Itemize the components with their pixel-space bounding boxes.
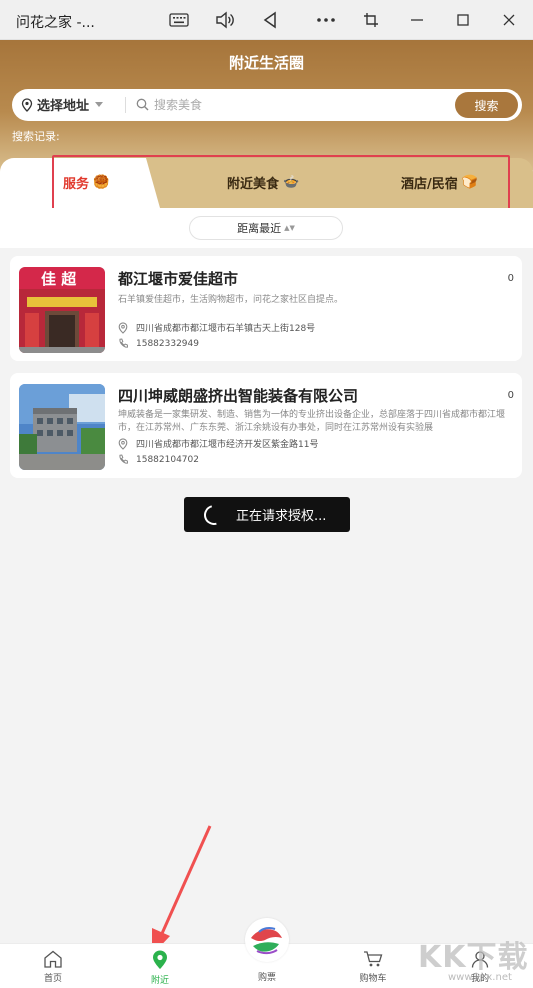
listing-phone: 15882104702 bbox=[136, 454, 199, 465]
search-input[interactable] bbox=[136, 94, 436, 116]
search-button[interactable]: 搜索 bbox=[455, 92, 518, 118]
listing-description: 石羊镇爱佳超市，生活购物超市，问花之家社区自提点。 bbox=[118, 295, 344, 305]
logo-icon[interactable] bbox=[245, 918, 289, 962]
listing-name: 四川坤威朗盛挤出智能装备有限公司 bbox=[118, 387, 359, 405]
window-titlebar: 问花之家 -... bbox=[0, 0, 533, 40]
home-icon bbox=[44, 950, 62, 968]
nav-label: 购票 bbox=[257, 973, 276, 983]
address-label: 选择地址 bbox=[37, 99, 90, 114]
listing-name: 都江堰市爱佳超市 bbox=[118, 270, 239, 288]
store-sign: 佳 超 bbox=[41, 270, 77, 288]
listing-address-row: 四川省成都市都江堰市石羊镇古天上街128号 bbox=[118, 321, 315, 334]
sort-arrows-icon: ▲▼ bbox=[284, 223, 295, 232]
close-icon[interactable] bbox=[496, 8, 522, 32]
more-icon[interactable] bbox=[313, 8, 339, 32]
nav-label: 附近 bbox=[150, 976, 169, 986]
listing-address: 四川省成都市都江堰市经济开发区紫金路11号 bbox=[136, 440, 319, 450]
sort-button[interactable]: 距离最近 ▲▼ bbox=[189, 216, 343, 240]
search-bar: 选择地址 搜索 bbox=[12, 89, 522, 121]
listing-phone-row[interactable]: 15882332949 bbox=[118, 338, 199, 349]
annotation-highlight-box bbox=[52, 155, 510, 211]
phone-icon bbox=[119, 454, 128, 464]
back-icon[interactable] bbox=[257, 8, 283, 32]
loading-toast: 正在请求授权... bbox=[184, 497, 350, 532]
listing-phone-row[interactable]: 15882104702 bbox=[118, 454, 199, 465]
cart-icon bbox=[364, 951, 383, 967]
location-icon bbox=[118, 437, 128, 450]
divider bbox=[125, 97, 126, 113]
nav-label: 购物车 bbox=[359, 974, 387, 984]
nav-nearby[interactable]: 附近 bbox=[130, 950, 190, 986]
list-item[interactable]: 四川坤威朗盛挤出智能装备有限公司 0 坤威装备是一家集研发、制造、销售为一体的专… bbox=[10, 373, 522, 478]
watermark-url: www.kkx.net bbox=[448, 972, 512, 983]
company-photo bbox=[19, 384, 105, 470]
watermark-logo: KK下载 bbox=[418, 940, 529, 975]
phone-icon bbox=[119, 338, 128, 348]
volume-icon[interactable] bbox=[212, 8, 238, 32]
listing-phone: 15882332949 bbox=[136, 338, 199, 349]
nav-home[interactable]: 首页 bbox=[23, 950, 83, 984]
sort-label: 距离最近 bbox=[237, 222, 282, 235]
listing-address-row: 四川省成都市都江堰市经济开发区紫金路11号 bbox=[118, 437, 318, 450]
search-history-label: 搜索记录: bbox=[12, 130, 60, 143]
window-title: 问花之家 -... bbox=[16, 15, 95, 31]
store-photo: 佳 超 bbox=[19, 267, 105, 353]
page-header: 附近生活圈 选择地址 搜索 搜索记录: bbox=[0, 40, 533, 170]
location-pin-icon bbox=[153, 950, 167, 969]
list-item[interactable]: 佳 超 都江堰市爱佳超市 0 石羊镇爱佳超市，生活购物超市，问花之家社区自提点。… bbox=[10, 256, 522, 361]
page-title: 附近生活圈 bbox=[228, 54, 304, 72]
nav-cart[interactable]: 购物车 bbox=[343, 950, 403, 984]
loading-spinner-icon bbox=[200, 500, 228, 529]
maximize-icon[interactable] bbox=[450, 8, 476, 32]
location-icon bbox=[118, 321, 128, 334]
listing-description: 坤威装备是一家集研发、制造、销售为一体的专业挤出设备企业，总部座落于四川省成都市… bbox=[118, 410, 506, 433]
address-selector[interactable]: 选择地址 bbox=[21, 95, 104, 114]
nav-label: 首页 bbox=[43, 974, 62, 984]
minimize-icon[interactable] bbox=[404, 8, 430, 32]
listing-address: 四川省成都市都江堰市石羊镇古天上街128号 bbox=[136, 324, 316, 334]
nav-tickets[interactable]: 购票 bbox=[237, 967, 297, 983]
keyboard-icon[interactable] bbox=[166, 8, 192, 32]
listing-count: 0 bbox=[507, 390, 514, 401]
chevron-down-icon bbox=[95, 102, 104, 107]
screenshot-icon[interactable] bbox=[358, 8, 384, 32]
location-icon bbox=[21, 97, 33, 112]
toast-text: 正在请求授权... bbox=[236, 509, 327, 524]
listing-count: 0 bbox=[507, 273, 514, 284]
